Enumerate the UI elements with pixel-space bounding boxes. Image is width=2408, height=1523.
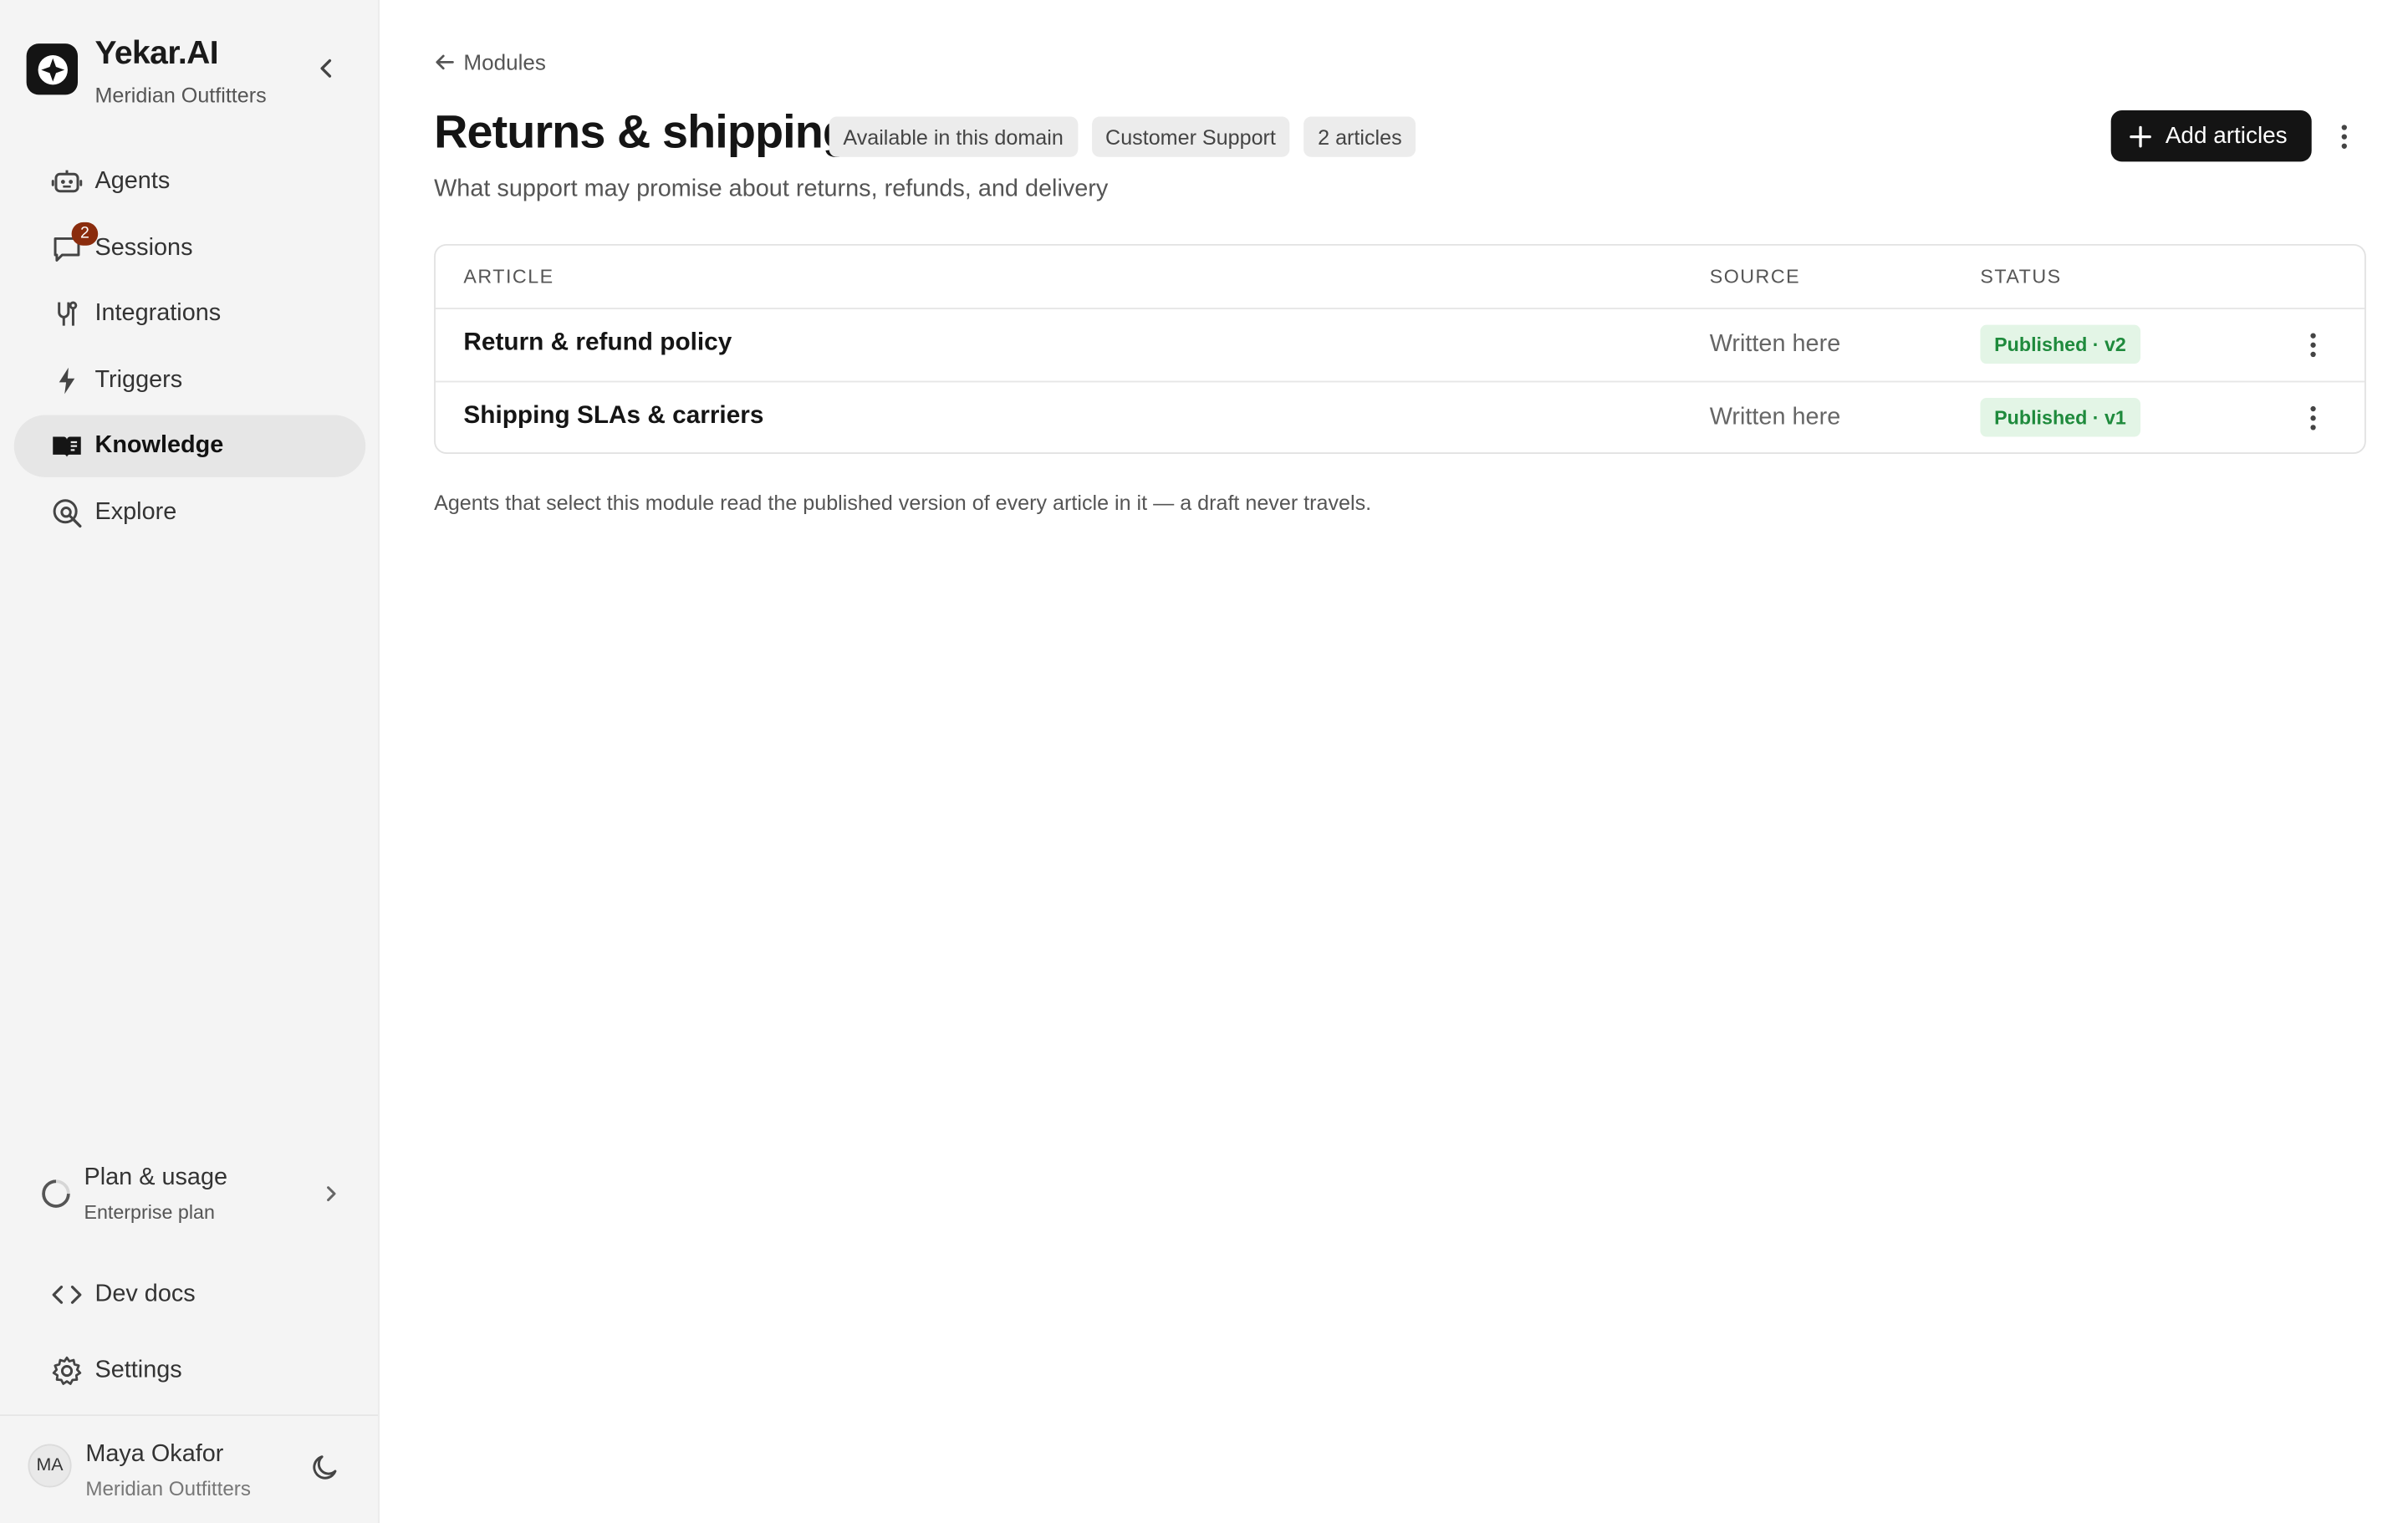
- table-row[interactable]: Return & refund policy Written here Publ…: [436, 309, 2365, 381]
- divider: [0, 1414, 379, 1417]
- user-org: Meridian Outfitters: [85, 1476, 251, 1500]
- usage-ring-icon: [40, 1179, 71, 1217]
- sidebar-item-label: Dev docs: [94, 1281, 196, 1307]
- row-more-button[interactable]: [2298, 401, 2329, 436]
- theme-toggle-button[interactable]: [309, 1452, 344, 1486]
- plus-icon: [2130, 125, 2151, 147]
- arrow-left-icon: [436, 54, 454, 70]
- plan-usage-button[interactable]: Plan & usage Enterprise plan: [14, 1154, 365, 1237]
- module-footnote: Agents that select this module read the …: [434, 491, 1372, 515]
- sidebar-item-settings[interactable]: Settings: [14, 1342, 365, 1401]
- sidebar-item-triggers[interactable]: Triggers: [14, 349, 365, 411]
- sessions-count-badge: 2: [71, 222, 99, 246]
- module-tags: Available in this domain Customer Suppor…: [829, 116, 1416, 157]
- sidebar-item-label: Settings: [94, 1357, 182, 1383]
- brand-name: Yekar.AI: [94, 35, 219, 72]
- moon-icon: [313, 1455, 337, 1480]
- sidebar-item-integrations[interactable]: Integrations: [14, 283, 365, 345]
- sidebar-item-label: Explore: [94, 498, 177, 526]
- logo-icon: [26, 43, 79, 95]
- avatar: MA: [28, 1444, 72, 1488]
- more-vertical-icon: [2310, 333, 2316, 358]
- sidebar-item-sessions[interactable]: 2 Sessions: [14, 217, 365, 279]
- code-icon: [51, 1279, 82, 1310]
- article-title: Shipping SLAs & carriers: [463, 402, 764, 430]
- articles-table: ARTICLE SOURCE STATUS Return & refund po…: [434, 243, 2366, 454]
- sidebar-nav: Agents 2 Sessions Integrations Triggers: [13, 150, 366, 548]
- more-vertical-icon: [2310, 405, 2316, 430]
- sidebar-item-label: Sessions: [94, 234, 193, 261]
- robot-icon: [51, 166, 83, 197]
- collapse-sidebar-button[interactable]: [311, 53, 342, 84]
- sidebar: Yekar.AI Meridian Outfitters Agents 2 Se…: [0, 0, 380, 1523]
- sidebar-item-label: Integrations: [94, 300, 222, 327]
- sidebar-item-dev-docs[interactable]: Dev docs: [14, 1266, 365, 1325]
- article-title: Return & refund policy: [463, 329, 732, 356]
- back-to-modules-link[interactable]: Modules: [434, 47, 546, 78]
- sidebar-item-label: Triggers: [94, 366, 183, 394]
- page-subtitle: What support may promise about returns, …: [434, 176, 1109, 202]
- plug-icon: [51, 298, 82, 329]
- more-vertical-icon: [2341, 125, 2347, 149]
- domain-tag: Customer Support: [1091, 116, 1290, 157]
- sidebar-item-agents[interactable]: Agents: [14, 150, 365, 212]
- column-header-source: SOURCE: [1709, 265, 1801, 288]
- column-header-article: ARTICLE: [463, 265, 554, 288]
- plan-title: Plan & usage: [84, 1164, 228, 1191]
- column-header-status: STATUS: [1980, 265, 2062, 288]
- module-more-button[interactable]: [2329, 120, 2360, 154]
- search-globe-icon: [51, 497, 82, 528]
- chevron-right-icon: [324, 1183, 339, 1212]
- user-profile[interactable]: MA Maya Okafor Meridian Outfitters: [0, 1427, 378, 1514]
- brand-org: Meridian Outfitters: [94, 84, 267, 108]
- sidebar-item-label: Knowledge: [94, 432, 224, 460]
- availability-tag: Available in this domain: [829, 116, 1078, 157]
- book-icon: [51, 431, 82, 462]
- article-count-tag: 2 articles: [1303, 116, 1416, 157]
- bolt-icon: [51, 365, 82, 396]
- table-row[interactable]: Shipping SLAs & carriers Written here Pu…: [435, 380, 2365, 453]
- gear-icon: [51, 1355, 82, 1386]
- sidebar-item-label: Agents: [94, 167, 171, 195]
- main-content: Modules Returns & shipping Available in …: [380, 0, 2408, 1505]
- page-title: Returns & shipping: [434, 107, 851, 159]
- status-badge: Published · v2: [1980, 324, 2140, 364]
- row-more-button[interactable]: [2298, 328, 2329, 362]
- add-articles-label: Add articles: [2165, 122, 2288, 150]
- add-articles-button[interactable]: Add articles: [2110, 110, 2312, 162]
- table-header: ARTICLE SOURCE STATUS: [435, 246, 2365, 310]
- chevron-left-icon: [320, 59, 332, 78]
- breadcrumb-label: Modules: [463, 49, 546, 75]
- sidebar-item-explore[interactable]: Explore: [14, 481, 365, 543]
- status-badge: Published · v1: [1980, 398, 2140, 437]
- article-source: Written here: [1709, 404, 1841, 431]
- sidebar-item-knowledge[interactable]: Knowledge: [13, 415, 366, 478]
- plan-subtitle: Enterprise plan: [84, 1201, 215, 1224]
- user-name: Maya Okafor: [85, 1440, 224, 1468]
- article-source: Written here: [1709, 331, 1841, 358]
